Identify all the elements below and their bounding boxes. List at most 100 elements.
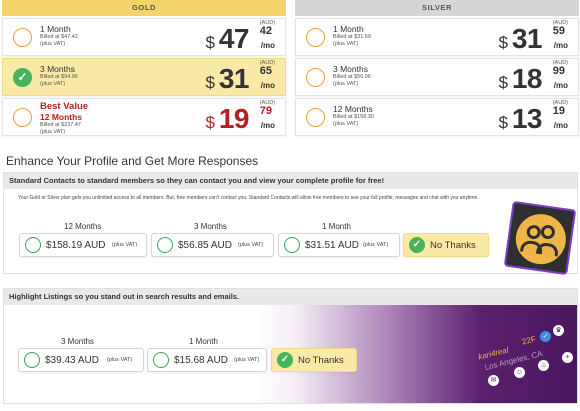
highlight-listings-section: Highlight Listings so you stand out in s… (3, 288, 578, 404)
price-currency-code: (AUD) (259, 100, 275, 106)
plan-billed: Billed at $47.42 (40, 34, 78, 40)
price-period: /mo (553, 41, 568, 50)
highlight-option-1-month[interactable]: $15.68 AUD (plus VAT) (147, 348, 267, 372)
plan-price: $ 18 99 (AUD) /mo (468, 60, 568, 95)
plan-price: $ 13 19 (AUD) /mo (468, 100, 568, 135)
checkmark-icon[interactable]: ✓ (13, 68, 32, 87)
highlight-no-thanks-option[interactable]: ✓ No Thanks (271, 348, 357, 372)
price-currency: $ (498, 73, 508, 92)
gold-plan-3-months[interactable]: ✓ 3 Months Billed at $94.96 (plus VAT) $… (2, 58, 286, 96)
plan-term: 1 Month (333, 24, 364, 34)
option-term: 1 Month (322, 222, 351, 231)
verified-icon: ✓ (540, 331, 551, 342)
contacts-option-3-months[interactable]: $56.85 AUD (plus VAT) (151, 233, 274, 257)
people-icon (512, 210, 570, 268)
price-cents: 99 (552, 65, 565, 77)
silver-plan-12-months[interactable]: 12 Months Billed at $158.30 (plus VAT) $… (295, 98, 579, 136)
checkmark-icon[interactable]: ✓ (277, 352, 293, 368)
plan-vat: (plus VAT) (333, 121, 359, 127)
gold-plan-column: GOLD 1 Month Billed at $47.42 (plus VAT)… (2, 0, 286, 136)
radio-button[interactable] (284, 237, 300, 253)
radio-button[interactable] (157, 237, 173, 253)
enhance-title: Enhance Your Profile and Get More Respon… (6, 154, 259, 168)
no-thanks-label: No Thanks (430, 240, 476, 251)
plan-info: 3 Months Billed at $94.96 (plus VAT) (40, 64, 78, 88)
silver-plan-header: SILVER (295, 0, 579, 16)
gold-plan-header: GOLD (2, 0, 286, 16)
option-term: 3 Months (194, 222, 227, 231)
option-amount: $56.85 AUD (178, 240, 232, 251)
radio-button[interactable] (24, 352, 40, 368)
option-amount: $31.51 AUD (305, 240, 359, 251)
radio-button[interactable] (306, 68, 325, 87)
plan-term: 3 Months (40, 64, 75, 74)
no-thanks-label: No Thanks (298, 355, 344, 366)
radio-button[interactable] (25, 237, 41, 253)
price-currency: $ (205, 73, 215, 92)
plan-price: $ 19 79 (AUD) /mo (175, 100, 275, 135)
price-cents: 19 (552, 105, 565, 117)
checkmark-icon[interactable]: ✓ (409, 237, 425, 253)
add-user-icon: + (562, 352, 573, 363)
plan-vat: (plus VAT) (333, 81, 359, 87)
plan-term: 12 Months (333, 104, 373, 114)
plan-vat: (plus VAT) (40, 81, 66, 87)
highlight-listings-heading: Highlight Listings so you stand out in s… (4, 289, 577, 305)
plan-billed: Billed at $31.59 (333, 34, 371, 40)
flame-icon: ♨ (538, 360, 549, 371)
plan-term: 3 Months (333, 64, 368, 74)
price-currency: $ (498, 113, 508, 132)
message-icon: ✉ (488, 375, 499, 386)
radio-button[interactable] (153, 352, 169, 368)
standard-contacts-description: Your Gold or Silver plan gets you unlimi… (18, 195, 479, 201)
price-period: /mo (553, 81, 568, 90)
price-dollars: 47 (218, 23, 250, 54)
option-vat: (plus VAT) (112, 242, 138, 248)
price-period: /mo (260, 41, 275, 50)
silver-plan-1-month[interactable]: 1 Month Billed at $31.59 (plus VAT) $ 31… (295, 18, 579, 56)
plan-billed: Billed at $237.47 (40, 122, 81, 128)
gold-plan-12-months[interactable]: Best Value 12 Months Billed at $237.47 (… (2, 98, 286, 136)
price-currency-code: (AUD) (552, 60, 568, 66)
plan-info: 1 Month Billed at $47.42 (plus VAT) (40, 24, 78, 48)
price-period: /mo (260, 121, 275, 130)
price-cents: 65 (259, 65, 272, 77)
plan-price: $ 47 42 (AUD) /mo (175, 20, 275, 55)
plan-billed: Billed at $158.30 (333, 114, 374, 120)
price-currency-code: (AUD) (552, 20, 568, 26)
option-term: 1 Month (189, 337, 218, 346)
silver-plan-3-months[interactable]: 3 Months Billed at $56.96 (plus VAT) $ 1… (295, 58, 579, 96)
option-vat: (plus VAT) (238, 242, 264, 248)
price-cents: 79 (259, 105, 272, 117)
option-amount: $15.68 AUD (174, 355, 228, 366)
contacts-no-thanks-option[interactable]: ✓ No Thanks (403, 233, 489, 257)
plan-info: 1 Month Billed at $31.59 (plus VAT) (333, 24, 371, 48)
price-period: /mo (553, 121, 568, 130)
price-dollars: 31 (511, 23, 543, 54)
option-vat: (plus VAT) (107, 357, 133, 363)
price-period: /mo (260, 81, 275, 90)
price-cents: 42 (259, 25, 272, 37)
gold-plan-1-month[interactable]: 1 Month Billed at $47.42 (plus VAT) $ 47… (2, 18, 286, 56)
radio-button[interactable] (306, 108, 325, 127)
price-currency-code: (AUD) (552, 100, 568, 106)
contacts-option-1-month[interactable]: $31.51 AUD (plus VAT) (278, 233, 400, 257)
standard-contacts-section: Standard Contacts to standard members so… (3, 172, 578, 276)
price-dollars: 19 (218, 103, 250, 134)
plan-vat: (plus VAT) (40, 129, 66, 135)
price-currency: $ (205, 113, 215, 132)
option-term: 12 Months (64, 222, 102, 231)
plan-vat: (plus VAT) (333, 41, 359, 47)
price-currency-code: (AUD) (259, 60, 275, 66)
option-vat: (plus VAT) (234, 357, 260, 363)
plan-billed: Billed at $56.96 (333, 74, 371, 80)
plan-info: 3 Months Billed at $56.96 (plus VAT) (333, 64, 371, 88)
radio-button[interactable] (13, 108, 32, 127)
radio-button[interactable] (306, 28, 325, 47)
price-dollars: 13 (511, 103, 543, 134)
contacts-option-12-months[interactable]: $158.19 AUD (plus VAT) (19, 233, 147, 257)
crown-icon: ♛ (553, 325, 564, 336)
radio-button[interactable] (13, 28, 32, 47)
highlight-option-3-months[interactable]: $39.43 AUD (plus VAT) (18, 348, 144, 372)
standard-contacts-heading: Standard Contacts to standard members so… (4, 173, 577, 189)
